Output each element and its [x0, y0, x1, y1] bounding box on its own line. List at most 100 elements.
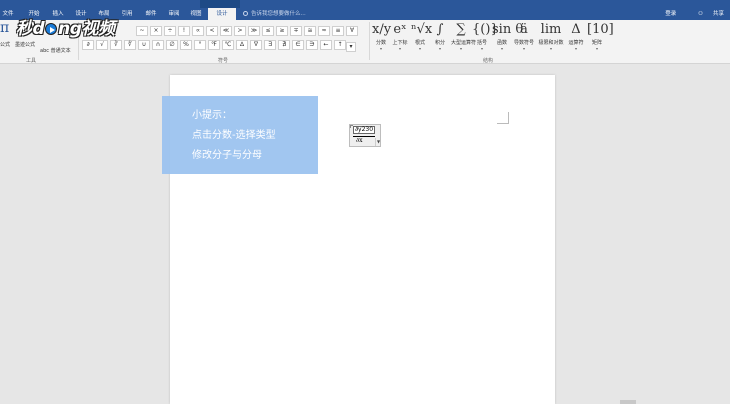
logo-text-mid: ng	[58, 19, 82, 39]
symbol-button[interactable]: ∜	[124, 40, 136, 50]
horizontal-scrollbar-thumb[interactable]	[620, 400, 636, 404]
dropdown-caret-icon: ▾	[480, 46, 483, 51]
symbol-button[interactable]: >	[234, 26, 246, 36]
structure-button[interactable]: ⁿ√x 根式 ▾	[411, 20, 433, 51]
symbol-button[interactable]: ∂	[82, 40, 94, 50]
symbol-button[interactable]: ↑	[334, 40, 346, 50]
tell-me-box[interactable]: 告诉我您想要做什么...	[243, 9, 306, 19]
symbol-button[interactable]: ∛	[110, 40, 122, 50]
structure-icon: ä	[520, 22, 528, 37]
tip-line-1: 点击分数-选择类型	[192, 130, 276, 141]
dropdown-caret-icon: ▾	[459, 46, 462, 51]
symbol-button[interactable]: ≅	[304, 26, 316, 36]
symbol-button[interactable]: ∈	[292, 40, 304, 50]
person-icon: ⚇	[698, 11, 703, 17]
structure-icon: ∫	[436, 22, 444, 37]
dropdown-caret-icon: ▾	[500, 46, 503, 51]
structure-button[interactable]: ∫ 积分 ▾	[430, 20, 450, 51]
symbol-button[interactable]: ∆	[236, 40, 248, 50]
symbol-button[interactable]: ←	[320, 40, 332, 50]
structure-icon: [10]	[587, 22, 614, 37]
structures-group-label: 结构	[483, 58, 494, 64]
symbol-button[interactable]: ×	[150, 26, 162, 36]
equation-options-dropdown[interactable]: ▼	[375, 138, 381, 146]
symbol-button[interactable]: ~	[136, 26, 148, 36]
title-bar	[0, 0, 730, 8]
tip-title: 小提示：	[192, 110, 232, 121]
symbol-button[interactable]: √	[96, 40, 108, 50]
tab-mailings[interactable]: 邮件	[141, 8, 161, 20]
symbol-button[interactable]: °	[194, 40, 206, 50]
symbol-button[interactable]: ≪	[220, 26, 232, 36]
structure-button[interactable]: sin θ 函数 ▾	[492, 20, 524, 51]
logo-text-left: 秒	[16, 19, 33, 39]
structure-icon: eˣ	[393, 22, 407, 37]
symbol-button[interactable]: ≫	[248, 26, 260, 36]
dropdown-caret-icon: ▾	[398, 46, 401, 51]
symbol-button[interactable]: ∋	[306, 40, 318, 50]
margin-corner-mark	[497, 112, 509, 124]
structure-icon: Δ	[571, 22, 581, 37]
structure-icon: ⁿ√x	[411, 22, 433, 37]
lightbulb-icon	[243, 11, 248, 16]
symbol-button[interactable]: ∃	[264, 40, 276, 50]
structure-button[interactable]: lim 极限和对数 ▾	[536, 20, 566, 51]
structure-button[interactable]: ∑ 大型运算符 ▾	[451, 20, 476, 51]
structure-button[interactable]: eˣ 上下标 ▾	[390, 20, 410, 51]
dropdown-caret-icon: ▾	[379, 46, 382, 51]
share-button[interactable]: ⚇ 共享	[688, 11, 724, 17]
symbol-button[interactable]: %	[180, 40, 192, 50]
equation-pi-icon[interactable]: π	[0, 20, 9, 36]
structure-icon: sin θ	[492, 22, 524, 37]
symbol-button[interactable]: <	[206, 26, 218, 36]
structure-button[interactable]: x/y 分数 ▾	[372, 20, 392, 51]
structure-button[interactable]: ä 导数符号 ▾	[512, 20, 536, 51]
symbol-button[interactable]: ∅	[166, 40, 178, 50]
equation-numerator[interactable]: ∂y230	[353, 126, 375, 134]
symbols-more-button[interactable]: ▾	[346, 42, 356, 52]
share-label: 共享	[712, 11, 724, 17]
symbol-button[interactable]: ÷	[164, 26, 176, 36]
symbol-button[interactable]: ∝	[192, 26, 204, 36]
symbol-button[interactable]: ∩	[152, 40, 164, 50]
logo-text-right: 视频	[81, 19, 115, 39]
symbols-group-label: 符号	[218, 58, 229, 64]
dropdown-caret-icon: ▾	[522, 46, 525, 51]
tab-equation-design[interactable]: 设计	[208, 8, 236, 20]
structure-button[interactable]: Δ 运算符 ▾	[566, 20, 586, 51]
equation-denominator[interactable]: ∂x	[356, 137, 363, 145]
symbol-button[interactable]: ≥	[276, 26, 288, 36]
symbol-button[interactable]: ≡	[332, 26, 344, 36]
context-tab-equation-tools	[200, 0, 240, 8]
symbol-button[interactable]: ℉	[208, 40, 220, 50]
structure-icon: x/y	[372, 22, 392, 37]
symbol-button[interactable]: ≤	[262, 26, 274, 36]
tip-overlay: 小提示： 点击分数-选择类型 修改分子与分母	[162, 96, 318, 174]
tab-file[interactable]: 文件	[0, 8, 16, 20]
dropdown-caret-icon: ▾	[438, 46, 441, 51]
symbol-button[interactable]: !	[178, 26, 190, 36]
ink-equation-button[interactable]: 墨迹公式	[15, 41, 35, 48]
symbol-button[interactable]: ∇	[250, 40, 262, 50]
tab-view[interactable]: 视图	[186, 8, 206, 20]
tab-references[interactable]: 引用	[117, 8, 137, 20]
structure-icon: {()}	[472, 22, 499, 37]
symbol-button[interactable]: ∓	[290, 26, 302, 36]
equation-object[interactable]: ∂y230 ∂x ▼	[349, 124, 381, 147]
tip-line-2: 修改分子与分母	[192, 150, 262, 161]
tell-me-placeholder: 告诉我您想要做什么...	[251, 11, 306, 17]
symbol-button[interactable]: ℃	[222, 40, 234, 50]
normal-text-button[interactable]: abc 普通文本	[40, 47, 71, 54]
structure-button[interactable]: {()} 括号 ▾	[472, 20, 499, 51]
equation-button[interactable]: 公式	[0, 41, 10, 48]
symbol-button[interactable]: ∪	[138, 40, 150, 50]
structure-button[interactable]: [10] 矩阵 ▾	[587, 20, 614, 51]
symbol-button[interactable]: ∄	[278, 40, 290, 50]
symbol-button[interactable]: ∀	[346, 26, 358, 36]
symbol-button[interactable]: ≈	[318, 26, 330, 36]
tab-review[interactable]: 审阅	[164, 8, 184, 20]
signin-link[interactable]: 登录	[665, 11, 676, 17]
play-icon	[45, 23, 58, 35]
logo: 秒d ng视频	[16, 19, 115, 39]
tools-group-label: 工具	[26, 58, 37, 64]
